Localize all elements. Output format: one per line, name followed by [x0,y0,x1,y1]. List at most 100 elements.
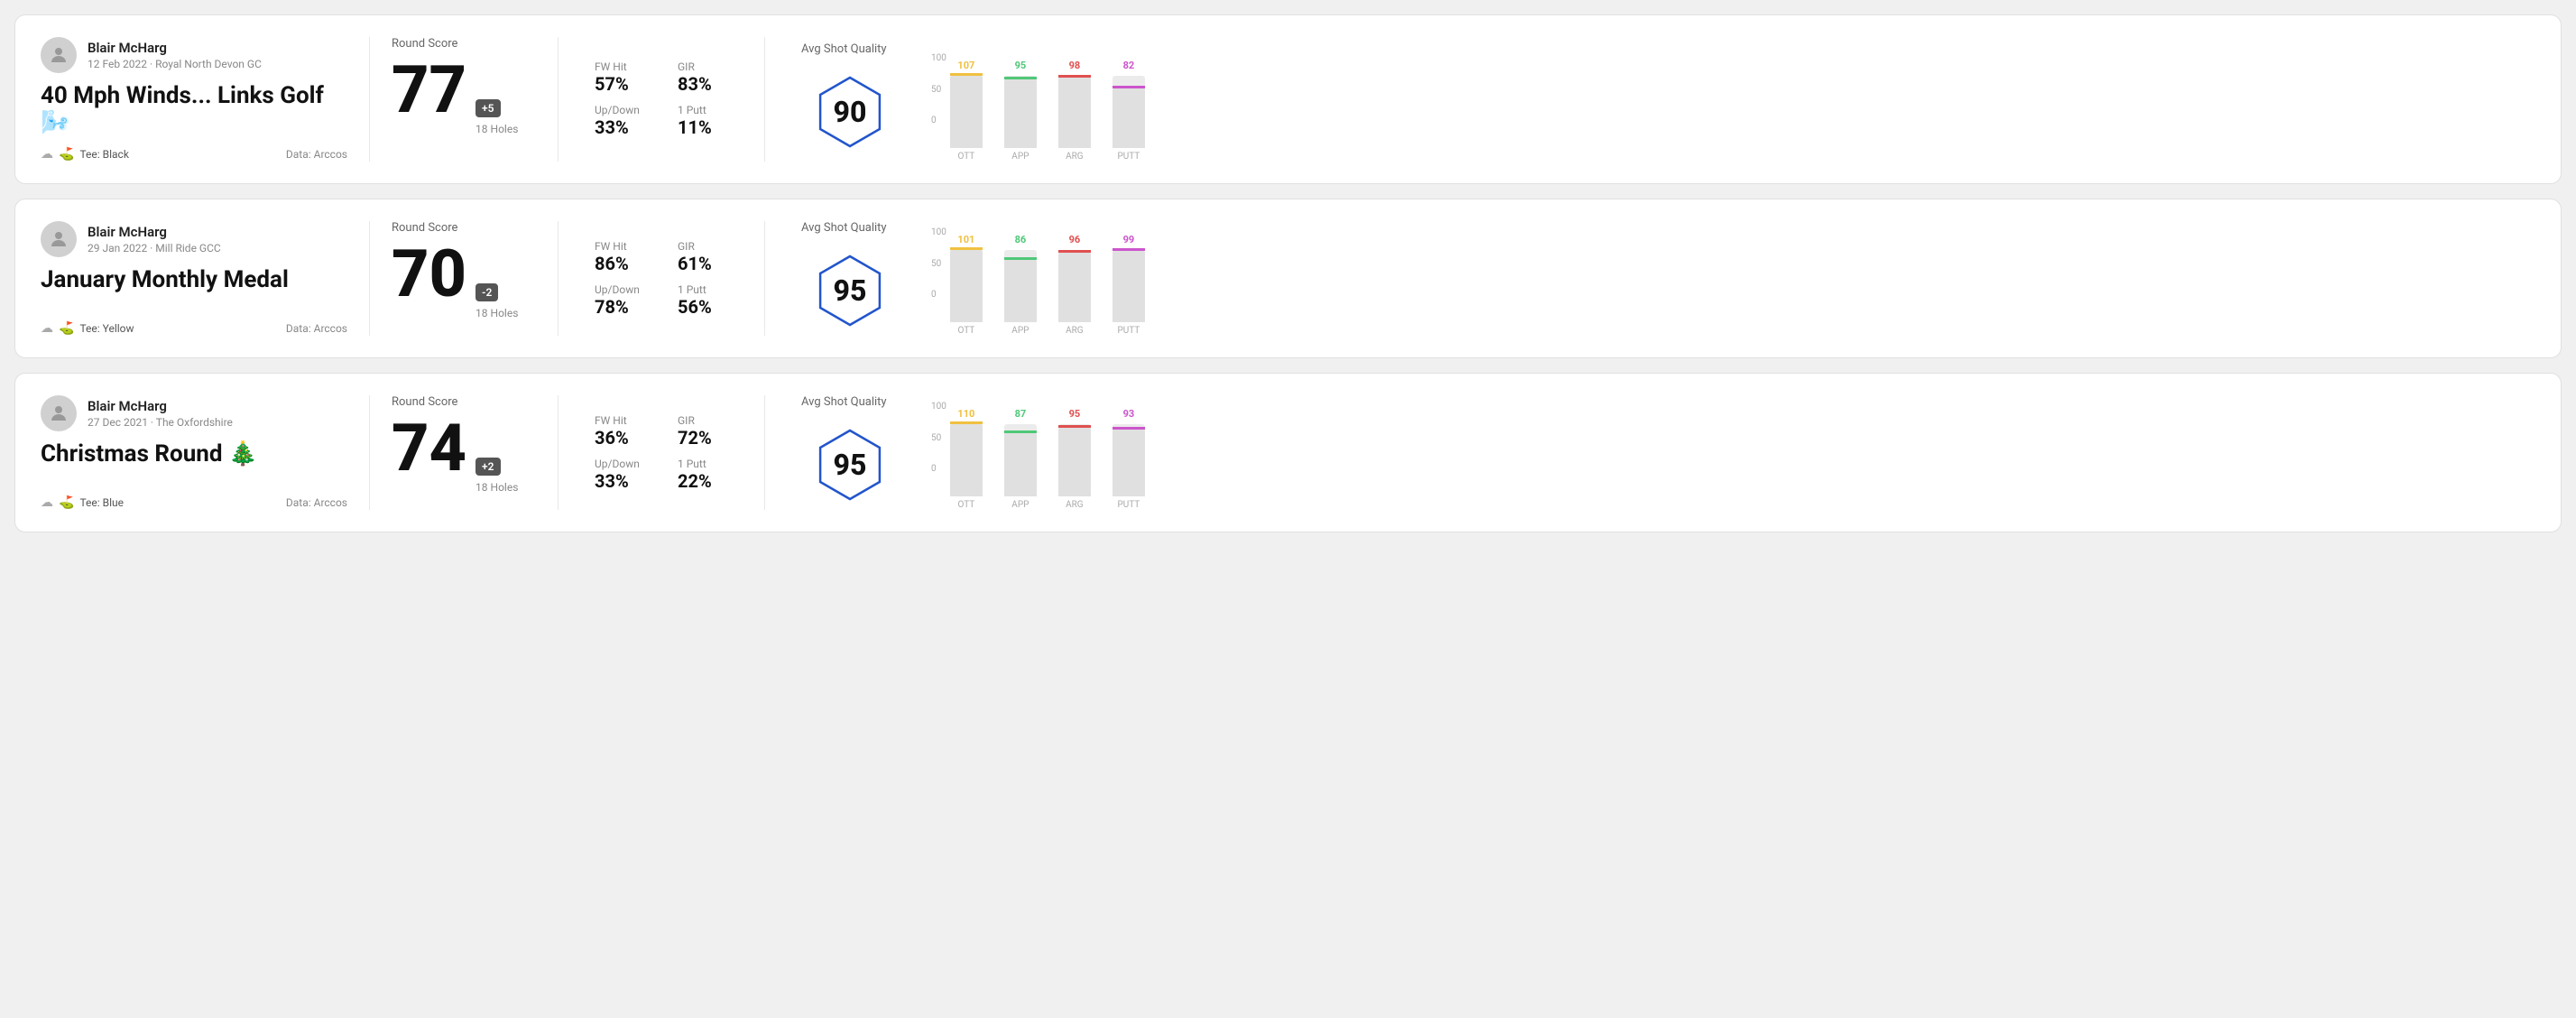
divider-2 [558,37,559,162]
tee-label: Tee: Black [79,148,128,161]
bar-group-app: 87 APP [1004,408,1037,510]
quality-section: Avg Shot Quality 90 [787,37,913,162]
fw-hit-stat: FW Hit 36% [595,414,660,449]
divider-3 [764,221,765,336]
avatar [41,221,77,257]
hexagon-container: 95 [809,420,891,510]
oneputt-value: 11% [678,116,743,138]
user-info: Blair McHarg 29 Jan 2022 · Mill Ride GCC [41,221,347,257]
person-icon [48,403,69,424]
divider-1 [369,221,370,336]
oneputt-label: 1 Putt [678,458,743,470]
updown-stat: Up/Down 78% [595,283,660,318]
y-axis: 100500 [931,53,946,143]
gir-value: 72% [678,427,743,449]
chart-section: 100500 101 OTT 86 [913,221,2535,336]
user-name: Blair McHarg [88,398,233,414]
divider-1 [369,37,370,162]
updown-label: Up/Down [595,283,660,296]
fw-hit-value: 36% [595,427,660,449]
divider-3 [764,395,765,510]
stats-section: FW Hit 57% GIR 83% Up/Down 33% 1 Putt 11… [580,37,743,162]
data-source: Data: Arccos [286,496,347,509]
bottom-row: ☁ ⛳ Tee: Blue Data: Arccos [41,495,347,510]
stats-section: FW Hit 36% GIR 72% Up/Down 33% 1 Putt 22… [580,395,743,510]
divider-2 [558,395,559,510]
gir-value: 61% [678,253,743,274]
bar-group-arg: 96 ARG [1058,234,1091,336]
hexagon-score: 95 [834,448,867,482]
fw-hit-stat: FW Hit 57% [595,60,660,95]
round-card-3: Blair McHarg 27 Dec 2021 · The Oxfordshi… [14,373,2562,532]
user-name: Blair McHarg [88,224,221,240]
bar-group-arg: 95 ARG [1058,408,1091,510]
gir-stat: GIR 83% [678,60,743,95]
updown-stat: Up/Down 33% [595,104,660,138]
oneputt-value: 22% [678,470,743,492]
hexagon-container: 90 [809,67,891,157]
bar-group-putt: 93 PUTT [1113,408,1145,510]
big-score: 77 [392,58,466,123]
holes-label: 18 Holes [475,481,518,494]
person-icon [48,228,69,250]
big-score: 74 [392,416,466,481]
fw-hit-value: 57% [595,73,660,95]
bottom-row: ☁ ⛳ Tee: Black Data: Arccos [41,147,347,162]
bar-group-ott: 110 OTT [950,408,983,510]
divider-2 [558,221,559,336]
oneputt-stat: 1 Putt 22% [678,458,743,492]
divider-1 [369,395,370,510]
gir-label: GIR [678,60,743,73]
updown-value: 33% [595,116,660,138]
bottom-row: ☁ ⛳ Tee: Yellow Data: Arccos [41,321,347,336]
chart-section: 100500 107 OTT 95 [913,37,2535,162]
cloud-icon: ☁ [41,321,53,336]
score-modifier: +5 [475,99,500,117]
bar-group-putt: 82 PUTT [1113,60,1145,162]
user-date-course: 29 Jan 2022 · Mill Ride GCC [88,242,221,255]
tee-info: ☁ ⛳ Tee: Black [41,147,129,162]
flag-icon: ⛳ [59,321,74,336]
bar-group-putt: 99 PUTT [1113,234,1145,336]
round-card-2: Blair McHarg 29 Jan 2022 · Mill Ride GCC… [14,199,2562,358]
avatar [41,395,77,431]
holes-label: 18 Holes [475,307,518,319]
bar-group-ott: 101 OTT [950,234,983,336]
gir-stat: GIR 61% [678,240,743,274]
fw-hit-value: 86% [595,253,660,274]
tee-info: ☁ ⛳ Tee: Yellow [41,321,134,336]
stats-section: FW Hit 86% GIR 61% Up/Down 78% 1 Putt 56… [580,221,743,336]
score-modifier: -2 [475,283,498,301]
updown-label: Up/Down [595,458,660,470]
score-section: Round Score 74 +2 18 Holes [392,395,536,510]
holes-label: 18 Holes [475,123,518,135]
quality-label: Avg Shot Quality [801,395,887,409]
fw-hit-label: FW Hit [595,414,660,427]
gir-stat: GIR 72% [678,414,743,449]
user-name: Blair McHarg [88,40,262,56]
score-modifier: +2 [475,458,500,476]
bar-group-app: 95 APP [1004,60,1037,162]
score-section: Round Score 77 +5 18 Holes [392,37,536,162]
round-score-label: Round Score [392,221,536,235]
updown-value: 78% [595,296,660,318]
updown-stat: Up/Down 33% [595,458,660,492]
data-source: Data: Arccos [286,322,347,335]
score-section: Round Score 70 -2 18 Holes [392,221,536,336]
round-score-label: Round Score [392,37,536,51]
left-section: Blair McHarg 12 Feb 2022 · Royal North D… [41,37,347,162]
gir-label: GIR [678,240,743,253]
round-title: Christmas Round 🎄 [41,440,347,467]
user-date-course: 12 Feb 2022 · Royal North Devon GC [88,58,262,70]
hexagon-score: 90 [834,95,867,129]
tee-label: Tee: Yellow [79,322,134,335]
fw-hit-label: FW Hit [595,240,660,253]
cloud-icon: ☁ [41,495,53,510]
bar-group-ott: 107 OTT [950,60,983,162]
oneputt-value: 56% [678,296,743,318]
flag-icon: ⛳ [59,495,74,510]
gir-value: 83% [678,73,743,95]
round-score-label: Round Score [392,395,536,409]
user-info: Blair McHarg 27 Dec 2021 · The Oxfordshi… [41,395,347,431]
updown-label: Up/Down [595,104,660,116]
